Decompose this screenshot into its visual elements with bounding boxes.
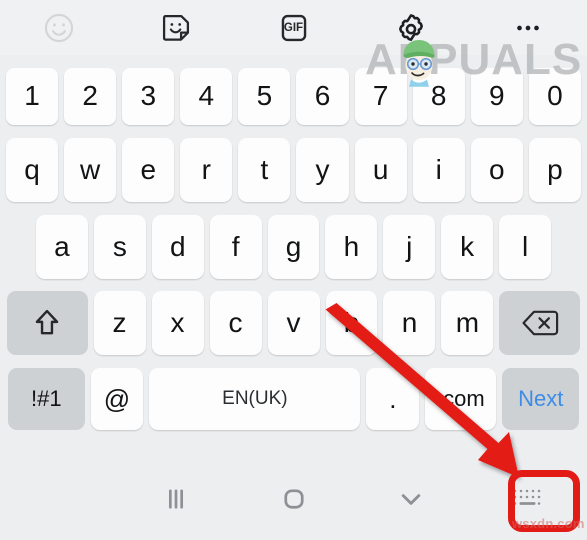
key-s[interactable]: s: [93, 215, 146, 279]
keyboard-row-bottom: z x c v b n m: [0, 285, 587, 361]
hide-keyboard-button[interactable]: [352, 458, 469, 540]
symbols-key[interactable]: !#1: [8, 368, 85, 430]
key-v[interactable]: v: [267, 291, 320, 355]
shift-arrow-icon: [36, 309, 59, 335]
backspace-key[interactable]: [499, 291, 581, 355]
virtual-keyboard: 1 2 3 4 5 6 7 8 9 0 q w e r t y u i o p …: [0, 55, 587, 458]
keyboard-toolbar: GIF: [0, 0, 587, 55]
key-o[interactable]: o: [470, 138, 523, 202]
home-icon: [283, 489, 304, 509]
keyboard-switch-button[interactable]: [470, 458, 587, 540]
key-a[interactable]: a: [36, 215, 88, 279]
recents-button[interactable]: [117, 458, 234, 540]
key-4[interactable]: 4: [180, 67, 233, 125]
key-3[interactable]: 3: [122, 67, 175, 125]
key-8[interactable]: 8: [412, 67, 465, 125]
period-key[interactable]: .: [366, 368, 420, 430]
enter-next-key[interactable]: Next: [502, 368, 579, 430]
space-key[interactable]: EN(UK): [149, 368, 361, 430]
keyboard-screenshot: GIF 1 2 3 4 5 6 7 8 9 0 q w e r t y u i …: [0, 0, 587, 540]
dotcom-key[interactable]: .com: [425, 368, 497, 430]
settings-button[interactable]: [352, 0, 469, 55]
key-i[interactable]: i: [412, 138, 465, 202]
key-t[interactable]: t: [238, 138, 291, 202]
gif-label: GIF: [283, 21, 304, 34]
settings-gear-icon: [398, 13, 423, 41]
recents-icon: [169, 489, 184, 509]
key-g[interactable]: g: [267, 215, 320, 279]
chevron-down-icon: [401, 494, 421, 505]
nav-spacer-left: [0, 458, 117, 540]
at-key[interactable]: @: [90, 368, 144, 430]
sticker-icon: [163, 14, 190, 41]
keyboard-switch-icon: [514, 489, 541, 505]
key-0[interactable]: 0: [528, 67, 581, 125]
shift-key[interactable]: [7, 291, 88, 355]
key-q[interactable]: q: [6, 138, 59, 202]
key-l[interactable]: l: [499, 215, 552, 279]
key-k[interactable]: k: [441, 215, 494, 279]
more-options-button[interactable]: [470, 0, 587, 55]
key-z[interactable]: z: [93, 291, 146, 355]
home-button[interactable]: [235, 458, 352, 540]
key-j[interactable]: j: [383, 215, 436, 279]
emoji-button[interactable]: [0, 0, 117, 55]
keyboard-row-numbers: 1 2 3 4 5 6 7 8 9 0: [0, 61, 587, 131]
key-u[interactable]: u: [354, 138, 407, 202]
key-5[interactable]: 5: [238, 67, 291, 125]
keyboard-row-home: a s d f g h j k l: [0, 209, 587, 285]
sticker-button[interactable]: [117, 0, 234, 55]
key-p[interactable]: p: [528, 138, 581, 202]
key-b[interactable]: b: [325, 291, 378, 355]
key-f[interactable]: f: [209, 215, 262, 279]
key-6[interactable]: 6: [296, 67, 349, 125]
key-w[interactable]: w: [64, 138, 117, 202]
key-h[interactable]: h: [325, 215, 378, 279]
key-9[interactable]: 9: [470, 67, 523, 125]
key-e[interactable]: e: [122, 138, 175, 202]
key-m[interactable]: m: [441, 291, 494, 355]
more-options-icon: [517, 25, 540, 30]
emoji-icon: [44, 13, 73, 42]
key-d[interactable]: d: [151, 215, 204, 279]
key-c[interactable]: c: [209, 291, 262, 355]
key-x[interactable]: x: [151, 291, 204, 355]
android-navigation-bar: [0, 458, 587, 540]
keyboard-row-function: !#1 @ EN(UK) . .com Next: [0, 361, 587, 437]
keyboard-row-top: q w e r t y u i o p: [0, 131, 587, 209]
gif-icon: GIF: [277, 11, 311, 45]
key-n[interactable]: n: [383, 291, 436, 355]
key-1[interactable]: 1: [6, 67, 59, 125]
key-r[interactable]: r: [180, 138, 233, 202]
gif-button[interactable]: GIF: [235, 0, 352, 55]
key-2[interactable]: 2: [64, 67, 117, 125]
key-y[interactable]: y: [296, 138, 349, 202]
backspace-icon: [522, 310, 558, 336]
key-7[interactable]: 7: [354, 67, 407, 125]
